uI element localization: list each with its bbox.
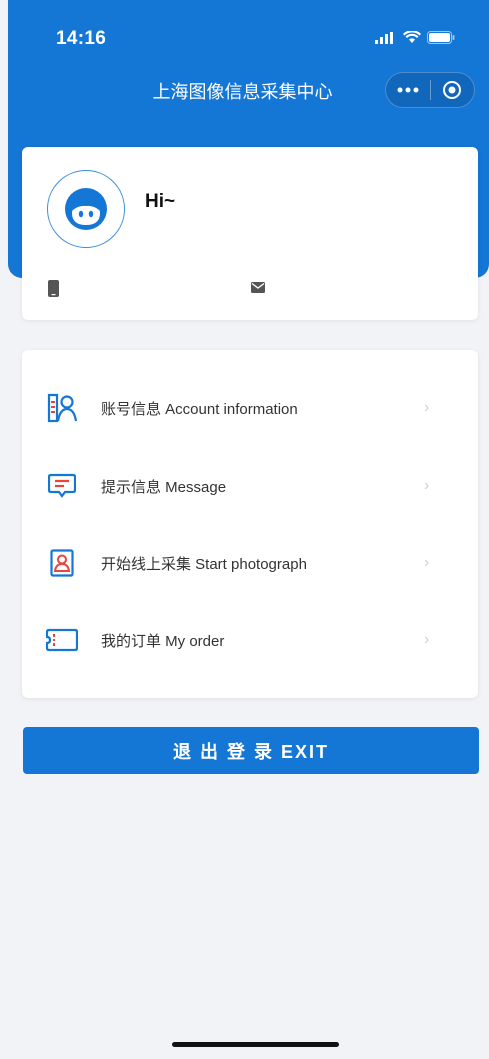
chevron-right-icon: ›: [424, 477, 430, 494]
target-close-icon: [443, 81, 462, 99]
avatar-face-icon: [65, 188, 107, 230]
home-indicator: [172, 1042, 339, 1047]
photograph-icon: [46, 547, 78, 579]
profile-card: Hi~: [22, 147, 478, 320]
wifi-icon: [403, 31, 421, 43]
more-button[interactable]: [386, 73, 430, 107]
menu-item-label: 提示信息 Message: [101, 478, 227, 496]
menu-item-label: 我的订单 My order: [101, 632, 225, 650]
avatar[interactable]: [47, 170, 125, 248]
greeting-text: Hi~: [145, 191, 176, 212]
mail-icon: [251, 282, 265, 293]
status-icons: [375, 31, 455, 44]
exit-button[interactable]: 退 出 登 录 EXIT: [23, 727, 479, 774]
account-icon: [46, 392, 78, 424]
menu-item-start-photograph[interactable]: 开始线上采集 Start photograph ›: [22, 533, 478, 593]
menu-item-label: 开始线上采集 Start photograph: [101, 555, 307, 573]
menu-item-label: 账号信息 Account information: [101, 400, 298, 418]
message-icon: [46, 470, 78, 502]
more-dots-icon: [397, 87, 419, 93]
close-miniprogram-button[interactable]: [430, 73, 474, 107]
chevron-right-icon: ›: [424, 631, 430, 648]
status-time: 14:16: [56, 28, 107, 49]
signal-icon: [375, 31, 393, 44]
chevron-right-icon: ›: [424, 399, 430, 416]
menu-item-my-order[interactable]: 我的订单 My order ›: [22, 610, 478, 670]
phone-icon: [48, 280, 59, 297]
menu-item-message[interactable]: 提示信息 Message ›: [22, 456, 478, 516]
chevron-right-icon: ›: [424, 554, 430, 571]
mini-program-capsule: [385, 72, 475, 108]
page-title-text: 上海图像信息采集中心: [152, 82, 333, 102]
order-icon: [46, 624, 78, 656]
status-bar: 14:16: [0, 0, 489, 70]
menu-card: 账号信息 Account information › 提示信息 Message …: [22, 350, 478, 698]
menu-item-account-information[interactable]: 账号信息 Account information ›: [22, 378, 478, 438]
battery-icon: [427, 31, 455, 44]
